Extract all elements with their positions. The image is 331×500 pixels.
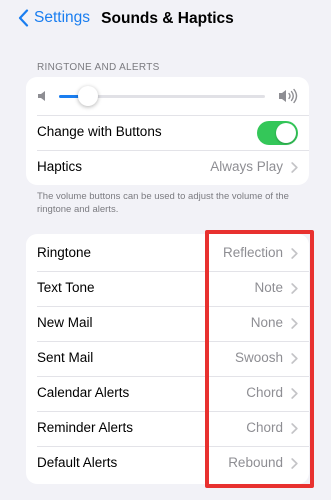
new-mail-label: New Mail	[37, 315, 93, 330]
separator	[37, 115, 309, 116]
sent-mail-value: Swoosh	[234, 350, 283, 365]
separator	[37, 376, 309, 377]
calendar-alerts-label: Calendar Alerts	[37, 385, 130, 400]
chevron-right-icon	[291, 162, 298, 173]
chevron-right-icon	[291, 318, 298, 329]
text-tone-label: Text Tone	[37, 280, 95, 295]
volume-slider[interactable]	[59, 86, 265, 106]
separator	[37, 150, 309, 151]
default-alerts-row[interactable]: Default Alerts Rebound	[26, 446, 309, 481]
toggle-knob	[276, 123, 296, 143]
ringtone-value: Reflection	[222, 245, 283, 260]
haptics-row[interactable]: Haptics Always Play	[26, 150, 309, 185]
text-tone-row[interactable]: Text Tone Note	[26, 271, 309, 306]
sent-mail-label: Sent Mail	[37, 350, 94, 365]
volume-slider-thumb[interactable]	[77, 86, 98, 106]
ringtone-alerts-group: Change with Buttons Haptics Always Play	[26, 77, 309, 185]
navigation-bar: Settings Sounds & Haptics	[0, 0, 331, 38]
chevron-right-icon	[291, 423, 298, 434]
page-title: Sounds & Haptics	[101, 10, 234, 27]
change-with-buttons-toggle[interactable]	[257, 121, 298, 145]
change-with-buttons-label: Change with Buttons	[37, 124, 162, 139]
chevron-right-icon	[291, 458, 298, 469]
speaker-low-icon	[38, 91, 45, 101]
separator	[37, 306, 309, 307]
new-mail-row[interactable]: New Mail None	[26, 306, 309, 341]
ringtone-label: Ringtone	[37, 245, 92, 260]
reminder-alerts-label: Reminder Alerts	[37, 420, 134, 435]
haptics-value: Always Play	[210, 159, 283, 174]
separator	[37, 446, 309, 447]
separator	[37, 271, 309, 272]
chevron-right-icon	[291, 353, 298, 364]
haptics-label: Haptics	[37, 159, 83, 174]
chevron-right-icon	[291, 248, 298, 259]
section-header-ringtone-alerts: RINGTONE AND ALERTS	[37, 62, 160, 73]
text-tone-value: Note	[254, 280, 283, 295]
separator	[37, 411, 309, 412]
sent-mail-row[interactable]: Sent Mail Swoosh	[26, 341, 309, 376]
calendar-alerts-value: Chord	[246, 385, 283, 400]
separator	[37, 341, 309, 342]
calendar-alerts-row[interactable]: Calendar Alerts Chord	[26, 376, 309, 411]
chevron-right-icon	[291, 388, 298, 399]
default-alerts-value: Rebound	[228, 455, 283, 470]
ringtone-row[interactable]: Ringtone Reflection	[26, 236, 309, 271]
chevron-right-icon	[291, 283, 298, 294]
sounds-group: Ringtone Reflection Text Tone Note New M…	[26, 234, 309, 484]
change-with-buttons-row: Change with Buttons	[26, 115, 309, 150]
volume-slider-row	[26, 77, 309, 115]
new-mail-value: None	[250, 315, 283, 330]
default-alerts-label: Default Alerts	[37, 455, 118, 470]
reminder-alerts-value: Chord	[246, 420, 283, 435]
reminder-alerts-row[interactable]: Reminder Alerts Chord	[26, 411, 309, 446]
ringtone-alerts-footer: The volume buttons can be used to adjust…	[37, 191, 289, 215]
speaker-high-icon	[279, 88, 298, 104]
